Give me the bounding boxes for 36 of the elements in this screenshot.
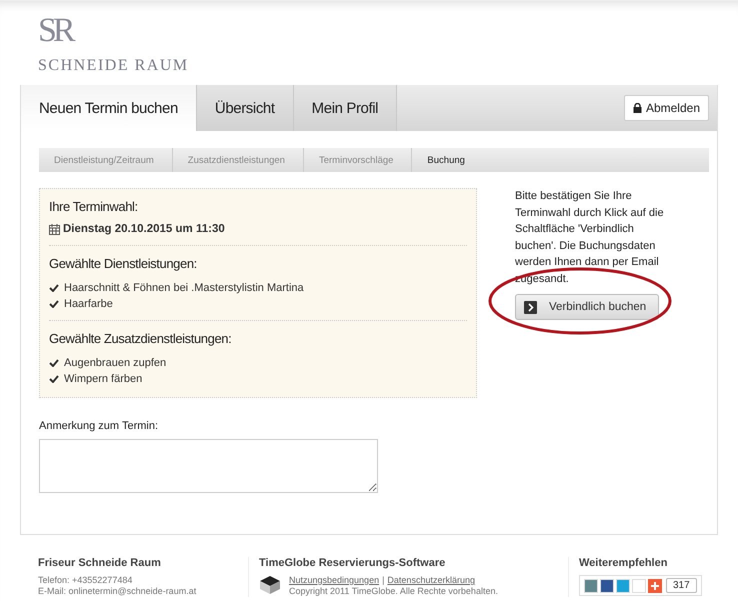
nav-tab[interactable]: Mein Profil [294,85,398,131]
calendar-icon [49,224,60,234]
privacy-link[interactable]: Datenschutzerklärung [387,575,475,586]
email-text: E-Mail: onlinetermin@schneide-raum.at [38,586,198,597]
service-item: Wimpern färben [64,372,142,387]
share-square[interactable] [600,578,614,592]
link-separator: | [382,575,384,586]
note-field[interactable] [39,439,378,493]
footer-title: TimeGlobe Reservierungs-Software [259,557,446,569]
confirm-text: Bitte bestätigen Sie Ihre Terminwahl durch Klick auf die Schaltfläche 'Verbindlich buchen'. Die Buchungsdaten werden Ihnen dann per Email zugesandt. [515,189,665,286]
copyright-text: Copyright 2011 TimeGlobe. Alle Rechte vorbehalten. [289,586,498,597]
share-count: 317 [666,578,697,593]
service-item: Augenbrauen zupfen [64,356,166,371]
logo-monogram: SR [38,11,74,51]
footer-title: Weiterempfehlen [579,557,668,569]
book-button[interactable]: Verbindlich buchen [515,294,660,320]
step-link[interactable]: Buchung [412,148,483,172]
nav-tab[interactable]: Neuen Termin buchen [21,85,197,131]
service-item: Haarfarbe [64,297,113,312]
logout-button[interactable]: Abmelden [624,95,709,121]
nav-tab[interactable]: Übersicht [196,85,294,131]
summary-heading: Ihre Terminwahl: [49,199,139,214]
terms-link[interactable]: Nutzungsbedingungen [289,575,380,586]
logo-name: SCHNEIDE RAUM [38,57,190,75]
plus-share-icon[interactable] [648,578,662,592]
note-label: Anmerkung zum Termin: [39,420,160,432]
share-square[interactable] [584,578,598,592]
footer-title: Friseur Schneide Raum [38,557,162,569]
section-heading: Gewählte Dienstleistungen: [49,256,198,271]
service-item: Haarschnitt & Föhnen bei .Masterstylistin Martina [64,281,304,296]
lock-icon [632,103,642,113]
section-heading: Gewählte Zusatzdienstleistungen: [49,331,232,346]
chevron-icon [524,300,537,314]
phone-text: Telefon: +43552277484 [38,575,134,586]
appointment-date: Dienstag 20.10.2015 um 11:30 [63,223,225,235]
cube-logo-icon [259,575,281,595]
